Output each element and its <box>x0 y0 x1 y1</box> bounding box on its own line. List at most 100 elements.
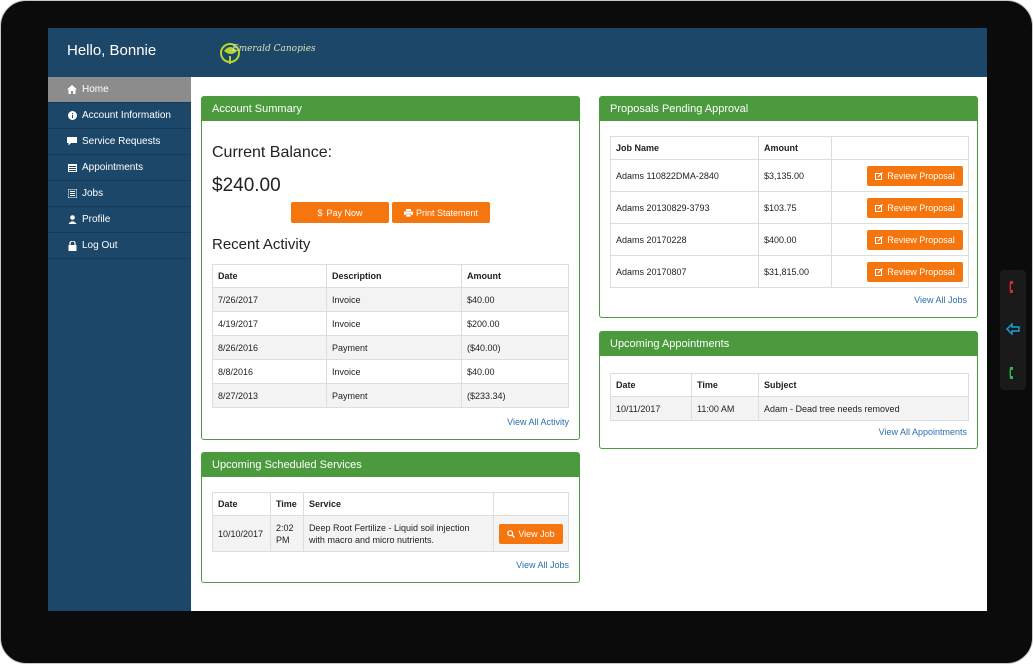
print-icon <box>403 208 413 217</box>
table-header-row: Date Time Subject <box>610 373 969 397</box>
table-cell: Review Proposal <box>831 159 969 192</box>
table-cell: 7/26/2017 <box>212 287 327 312</box>
review-proposal-label: Review Proposal <box>887 202 955 213</box>
proposals-table: Job Name Amount Adams 110822DMA-2840 $3,… <box>610 136 969 288</box>
review-proposal-button[interactable]: Review Proposal <box>867 229 963 250</box>
sidebar-item-log-out[interactable]: Log Out <box>48 233 191 259</box>
phone-call-icon[interactable] <box>1008 366 1018 380</box>
print-statement-button[interactable]: Print Statement <box>392 202 490 223</box>
home-icon <box>67 85 77 94</box>
panel-title: Upcoming Appointments <box>600 332 977 356</box>
sidebar: Home Account Information Service Request… <box>48 77 191 611</box>
table-cell: 8/8/2016 <box>212 359 327 384</box>
sidebar-item-profile[interactable]: Profile <box>48 207 191 233</box>
table-row: 10/11/2017 11:00 AM Adam - Dead tree nee… <box>610 396 969 421</box>
column-header: Time <box>691 373 759 397</box>
review-proposal-button[interactable]: Review Proposal <box>867 261 963 282</box>
table-row: Adams 110822DMA-2840 $3,135.00 Review Pr… <box>610 159 969 192</box>
greeting: Hello, Bonnie <box>67 42 157 59</box>
table-row: Adams 20130829-3793 $103.75 Review Propo… <box>610 191 969 224</box>
column-header <box>493 492 569 516</box>
edit-icon <box>875 235 884 244</box>
table-header-row: Date Description Amount <box>212 264 569 288</box>
table-cell: $200.00 <box>461 311 569 336</box>
view-job-button[interactable]: View Job <box>499 523 563 544</box>
phone-end-icon[interactable] <box>1008 280 1018 294</box>
table-cell: ($233.34) <box>461 383 569 408</box>
panel-title: Account Summary <box>202 97 579 121</box>
user-icon <box>67 215 77 224</box>
table-cell: Invoice <box>326 287 462 312</box>
review-proposal-button[interactable]: Review Proposal <box>867 197 963 218</box>
sidebar-item-appointments[interactable]: Appointments <box>48 155 191 181</box>
device-side-buttons <box>1000 270 1026 390</box>
review-proposal-label: Review Proposal <box>887 266 955 277</box>
comment-icon <box>67 137 77 146</box>
company-logo[interactable]: Emerald Canopies <box>216 38 316 70</box>
table-cell: 11:00 AM <box>691 396 759 421</box>
table-cell: Review Proposal <box>831 223 969 256</box>
table-cell: Payment <box>326 335 462 360</box>
table-row: 7/26/2017 Invoice $40.00 <box>212 287 569 312</box>
panel-title: Proposals Pending Approval <box>600 97 977 121</box>
column-header: Amount <box>461 264 569 288</box>
table-cell: Review Proposal <box>831 255 969 288</box>
sidebar-item-service-requests[interactable]: Service Requests <box>48 129 191 155</box>
sidebar-item-label: Appointments <box>82 162 144 173</box>
column-header: Subject <box>758 373 969 397</box>
appointments-panel: Upcoming Appointments Date Time Subject … <box>599 331 978 449</box>
pay-now-button[interactable]: $ Pay Now <box>291 202 389 223</box>
table-cell: $31,815.00 <box>758 255 832 288</box>
table-cell: 10/11/2017 <box>610 396 692 421</box>
calendar-icon <box>67 163 77 172</box>
table-cell: 8/27/2013 <box>212 383 327 408</box>
table-header-row: Date Time Service <box>212 492 569 516</box>
table-cell: Invoice <box>326 359 462 384</box>
view-all-activity-link[interactable]: View All Activity <box>507 417 569 427</box>
column-header: Job Name <box>610 136 759 160</box>
edit-icon <box>875 203 884 212</box>
view-all-appointments-link[interactable]: View All Appointments <box>879 427 967 437</box>
table-row: 10/10/2017 2:02 PM Deep Root Fertilize -… <box>212 515 569 552</box>
column-header: Amount <box>758 136 832 160</box>
table-row: 8/26/2016 Payment ($40.00) <box>212 335 569 360</box>
table-cell: $103.75 <box>758 191 832 224</box>
sidebar-item-home[interactable]: Home <box>48 77 191 103</box>
sidebar-item-label: Home <box>82 84 109 95</box>
current-balance-label: Current Balance: <box>212 144 333 161</box>
panel-title: Upcoming Scheduled Services <box>202 453 579 477</box>
table-cell: $40.00 <box>461 287 569 312</box>
proposals-panel: Proposals Pending Approval Job Name Amou… <box>599 96 978 318</box>
sidebar-item-label: Profile <box>82 214 111 225</box>
app-screen: Hello, Bonnie Emerald Canopies Home Acco… <box>48 28 987 611</box>
table-row: 8/8/2016 Invoice $40.00 <box>212 359 569 384</box>
view-all-jobs-link[interactable]: View All Jobs <box>914 295 967 305</box>
table-cell: Adams 20170807 <box>610 255 759 288</box>
back-arrow-icon[interactable] <box>1006 323 1020 335</box>
view-job-label: View Job <box>518 528 555 539</box>
tablet-frame: Hello, Bonnie Emerald Canopies Home Acco… <box>0 0 1033 664</box>
column-header: Description <box>326 264 462 288</box>
tree-logo-icon <box>220 43 240 64</box>
table-cell: 2:02 PM <box>269 515 304 552</box>
table-cell: Adams 20170228 <box>610 223 759 256</box>
logo-text: Emerald Canopies <box>232 44 316 54</box>
table-row: Adams 20170807 $31,815.00 Review Proposa… <box>610 255 969 288</box>
service-time-period: PM <box>275 534 290 545</box>
sidebar-item-account-information[interactable]: Account Information <box>48 103 191 129</box>
table-row: Adams 20170228 $400.00 Review Proposal <box>610 223 969 256</box>
table-cell: ($40.00) <box>461 335 569 360</box>
service-description-line: Deep Root Fertilize - Liquid soil inject… <box>308 522 470 533</box>
table-cell: 8/26/2016 <box>212 335 327 360</box>
review-proposal-button[interactable]: Review Proposal <box>867 165 963 186</box>
recent-activity-table: Date Description Amount 7/26/2017 Invoic… <box>212 264 569 408</box>
search-icon <box>507 529 516 538</box>
sidebar-item-jobs[interactable]: Jobs <box>48 181 191 207</box>
view-all-jobs-link[interactable]: View All Jobs <box>516 560 569 570</box>
table-cell: $3,135.00 <box>758 159 832 192</box>
appointments-table: Date Time Subject 10/11/2017 11:00 AM Ad… <box>610 373 969 421</box>
table-cell: Deep Root Fertilize - Liquid soil inject… <box>302 515 495 552</box>
sidebar-item-label: Service Requests <box>82 136 161 147</box>
sidebar-item-label: Jobs <box>82 188 104 199</box>
table-cell: $40.00 <box>461 359 569 384</box>
